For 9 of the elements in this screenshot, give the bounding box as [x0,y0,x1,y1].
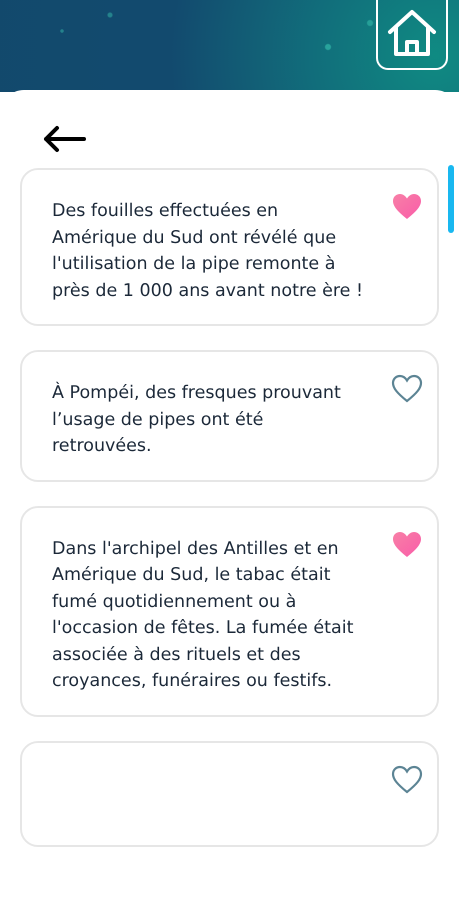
heart-icon[interactable] [391,192,423,221]
heart-icon[interactable] [391,530,423,558]
scrollbar [448,165,454,233]
fact-text: Des fouilles effectuées en Amérique du Sud ont révélé que l'utilisation de la pipe remonte à près de 1 000 ans avant notre ère ! [52,200,364,302]
home-button[interactable] [376,0,448,70]
heart-icon[interactable] [391,764,423,794]
heart-icon[interactable] [391,374,423,403]
fact-text: À Pompéi, des fresques prouvant l’usage de pipes ont été retrouvées. [52,380,342,458]
fact-text: Dans l'archipel des Antilles et en Amérique du Sud, le tabac était fumé quotidiennement ou à l'occasion de fêtes. La fumée était associée à des rituels et des croyances, funéraires ou festifs. [52,538,354,693]
